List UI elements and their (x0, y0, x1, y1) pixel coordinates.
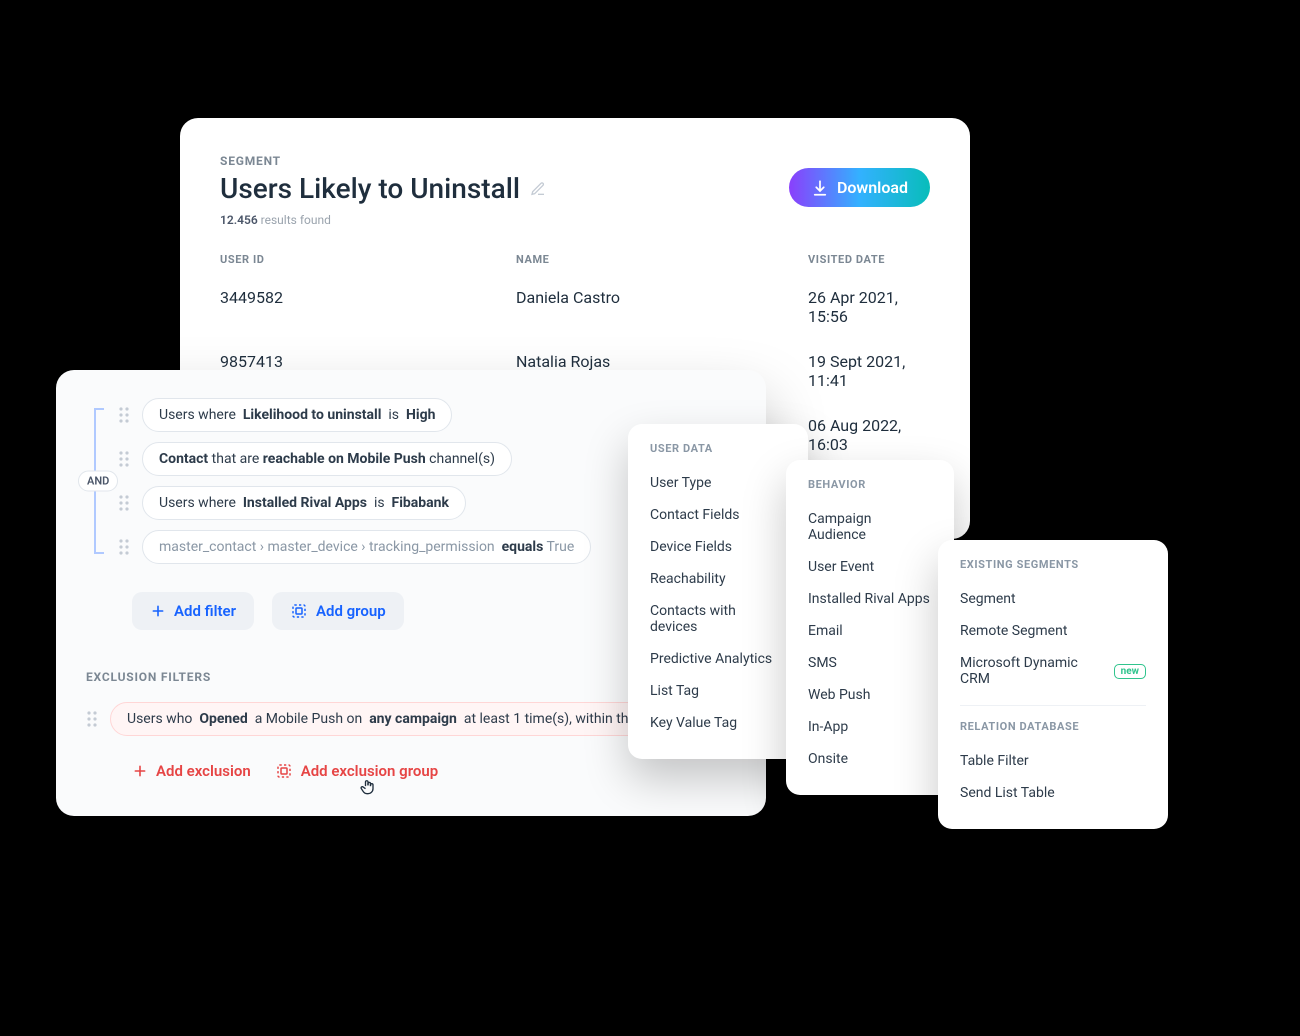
menu-item[interactable]: Microsoft Dynamic CRMnew (960, 647, 1146, 695)
edit-icon[interactable] (530, 181, 546, 197)
drag-handle-icon[interactable] (86, 710, 98, 728)
add-exclusion-group-button[interactable]: Add exclusion group (275, 762, 438, 780)
plus-icon (132, 763, 148, 779)
menu-item[interactable]: User Type (650, 467, 786, 499)
menu-item[interactable]: Segment (960, 583, 1146, 615)
rule-pill[interactable]: Users where Likelihood to uninstall is H… (142, 398, 452, 432)
menu-segments: EXISTING SEGMENTS Segment Remote Segment… (938, 540, 1168, 829)
new-badge: new (1114, 664, 1146, 679)
col-name: NAME (516, 253, 808, 266)
menu-item[interactable]: User Event (808, 551, 932, 583)
menu-item[interactable]: Contacts with devices (650, 595, 786, 643)
menu-header: USER DATA (650, 442, 786, 455)
menu-item[interactable]: Campaign Audience (808, 503, 932, 551)
add-filter-button[interactable]: Add filter (132, 592, 254, 630)
menu-item[interactable]: Reachability (650, 563, 786, 595)
plus-icon (150, 603, 166, 619)
table-header: USER ID NAME VISITED DATE (220, 253, 930, 266)
table-row[interactable]: 3449582Daniela Castro26 Apr 2021, 15:56 (220, 288, 930, 326)
menu-item[interactable]: Predictive Analytics (650, 643, 786, 675)
menu-item[interactable]: Key Value Tag (650, 707, 786, 739)
menu-item[interactable]: SMS (808, 647, 932, 679)
menu-item[interactable]: Table Filter (960, 745, 1146, 777)
rule-bracket: AND (86, 398, 104, 564)
segment-title: Users Likely to Uninstall (220, 172, 520, 205)
add-exclusion-button[interactable]: Add exclusion (132, 762, 251, 780)
menu-item[interactable]: In-App (808, 711, 932, 743)
rule-pill[interactable]: master_contact › master_device › trackin… (142, 530, 591, 564)
menu-behavior: BEHAVIOR Campaign Audience User Event In… (786, 460, 954, 795)
menu-item[interactable]: Onsite (808, 743, 932, 775)
add-group-button[interactable]: Add group (272, 592, 404, 630)
conjunction-pill[interactable]: AND (78, 471, 118, 492)
menu-item[interactable]: Remote Segment (960, 615, 1146, 647)
menu-header: EXISTING SEGMENTS (960, 558, 1146, 571)
exclusion-pill[interactable]: Users who Opened a Mobile Push on any ca… (110, 702, 646, 736)
col-user-id: USER ID (220, 253, 516, 266)
drag-handle-icon[interactable] (118, 494, 130, 512)
group-icon (290, 602, 308, 620)
drag-handle-icon[interactable] (118, 406, 130, 424)
group-icon (275, 762, 293, 780)
menu-item[interactable]: Installed Rival Apps (808, 583, 932, 615)
col-visited: VISITED DATE (808, 253, 930, 266)
menu-item[interactable]: Device Fields (650, 531, 786, 563)
rule-pill[interactable]: Users where Installed Rival Apps is Fiba… (142, 486, 466, 520)
cursor-pointer-icon (358, 776, 378, 798)
download-label: Download (837, 178, 908, 197)
download-icon (811, 179, 829, 197)
menu-header: BEHAVIOR (808, 478, 932, 491)
drag-handle-icon[interactable] (118, 538, 130, 556)
menu-item[interactable]: Contact Fields (650, 499, 786, 531)
rule-pill[interactable]: Contact that are reachable on Mobile Pus… (142, 442, 512, 476)
menu-item[interactable]: Web Push (808, 679, 932, 711)
results-found: 12.456 results found (220, 213, 930, 227)
menu-user-data: USER DATA User Type Contact Fields Devic… (628, 424, 808, 759)
menu-item[interactable]: Email (808, 615, 932, 647)
menu-header: RELATION DATABASE (960, 705, 1146, 733)
menu-item[interactable]: Send List Table (960, 777, 1146, 809)
download-button[interactable]: Download (789, 168, 930, 207)
drag-handle-icon[interactable] (118, 450, 130, 468)
menu-item[interactable]: List Tag (650, 675, 786, 707)
segment-overline: SEGMENT (220, 154, 930, 168)
